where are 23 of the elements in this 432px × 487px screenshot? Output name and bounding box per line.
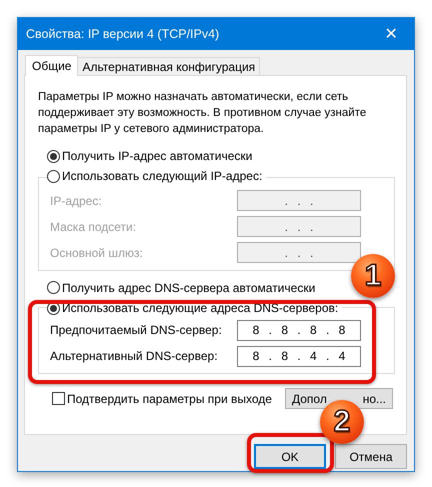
tab[interactable]: Альтернативная конфигурация xyxy=(77,57,260,75)
window-title: Свойства: IP версии 4 (TCP/IPv4) xyxy=(26,27,220,41)
radio-button[interactable] xyxy=(47,281,60,294)
radio-label[interactable]: Использовать следующий IP-адрес: xyxy=(62,168,262,184)
field-label: Альтернативный DNS-сервер: xyxy=(50,349,218,363)
radio-label[interactable]: Получить IP-адрес автоматически xyxy=(62,149,252,163)
ok-button[interactable]: OK xyxy=(254,444,326,469)
radio-label[interactable]: Использовать следующие адреса DNS-серверов: xyxy=(62,300,338,316)
radio-button[interactable] xyxy=(47,170,60,182)
ip-address-field[interactable]: 8 . 8 . 8 . 8 xyxy=(237,320,361,340)
close-button[interactable]: ✕ xyxy=(368,24,414,44)
cancel-button[interactable]: Отмена xyxy=(335,444,407,469)
radio-button[interactable] xyxy=(47,150,60,162)
field-label: Предпочитаемый DNS-сервер: xyxy=(50,323,222,337)
radio-label[interactable]: Получить адрес DNS-сервера автоматически xyxy=(62,280,316,294)
field-label: Маска подсети: xyxy=(50,220,136,234)
description-text: Параметры IP можно назначать автоматически, если сеть поддерживает эту возможность. В противном случае узнайте параметры IP у сетевого администратора. xyxy=(38,90,368,137)
ip-address-field[interactable]: 8 . 8 . 4 . 4 xyxy=(237,346,361,366)
field-label: IP-адрес: xyxy=(50,194,102,208)
field-label: Основной шлюз: xyxy=(50,246,143,260)
checkbox[interactable] xyxy=(52,392,65,405)
checkbox-label[interactable]: Подтвердить параметры при выходе xyxy=(67,392,272,406)
tab[interactable]: Общие xyxy=(25,55,78,76)
